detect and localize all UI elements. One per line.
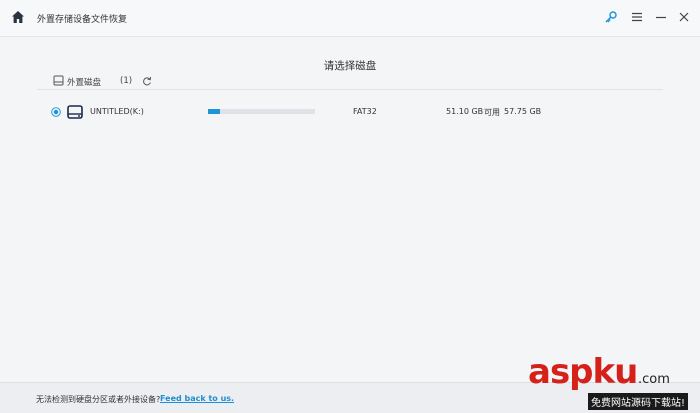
app-title: 外置存储设备文件恢复 — [37, 15, 128, 25]
watermark-domain: .com — [638, 372, 670, 387]
disk-radio[interactable] — [51, 107, 61, 117]
refresh-icon[interactable] — [142, 76, 152, 86]
group-count: (1) — [120, 76, 133, 86]
watermark-logo: aspku — [528, 352, 638, 392]
key-icon[interactable] — [604, 10, 618, 24]
disk-usage-fill — [208, 109, 220, 114]
minimize-icon[interactable] — [654, 10, 668, 24]
close-icon[interactable] — [677, 10, 691, 24]
page-heading: 请选择磁盘 — [323, 60, 377, 72]
usb-drive-icon — [67, 105, 83, 119]
disk-row[interactable]: UNTITLED(K:) FAT32 51.10 GB 可用 57.75 GB — [37, 100, 663, 124]
drive-icon — [53, 75, 64, 86]
home-icon[interactable] — [11, 10, 25, 24]
footer-help-text: 无法检测到硬盘分区或者外接设备? — [36, 395, 161, 404]
free-space: 51.10 GB — [446, 107, 484, 116]
disk-usage-bar — [208, 109, 315, 114]
watermark: aspku .com 免费网站源码下载站! — [528, 352, 700, 412]
group-label: 外置磁盘 — [67, 78, 102, 88]
filesystem-type: FAT32 — [353, 107, 377, 116]
title-bar: 外置存储设备文件恢复 — [0, 0, 700, 37]
watermark-caption: 免费网站源码下载站! — [588, 393, 689, 410]
disk-name: UNTITLED(K:) — [90, 107, 144, 116]
external-disk-group-header: 外置磁盘 (1) — [50, 73, 665, 89]
free-space-label: 可用 — [484, 108, 500, 117]
menu-icon[interactable] — [630, 10, 644, 24]
feedback-link[interactable]: Feed back to us. — [160, 394, 234, 403]
section-divider — [37, 89, 663, 90]
total-space: 57.75 GB — [504, 107, 542, 116]
